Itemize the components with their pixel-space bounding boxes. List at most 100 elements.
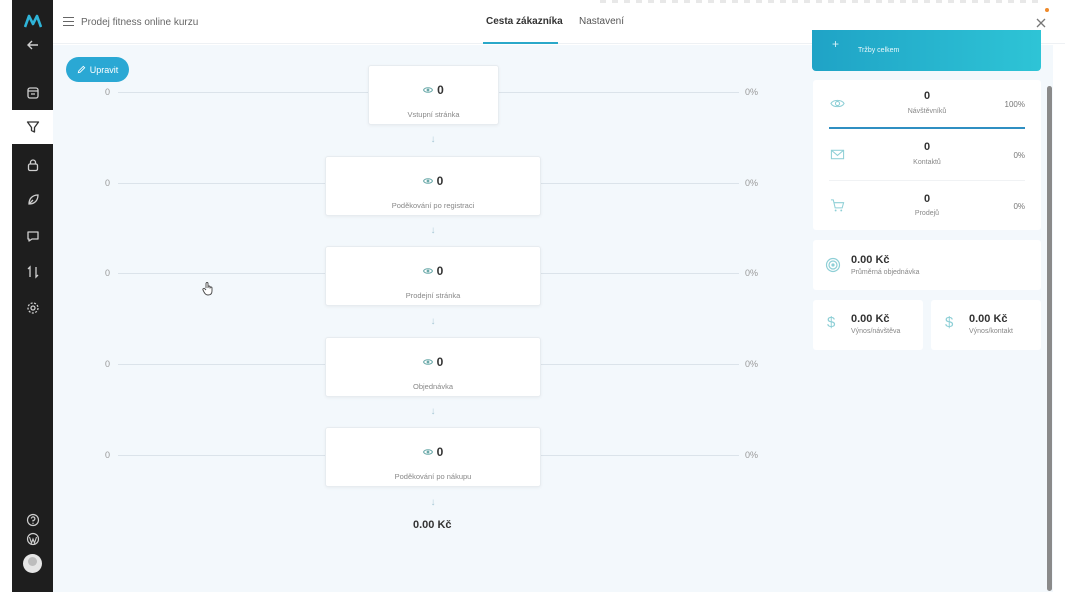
target-icon xyxy=(825,257,841,273)
step-views-value: 0 xyxy=(436,174,444,188)
contacts-value: 0 xyxy=(923,141,931,153)
back-arrow-icon[interactable] xyxy=(12,35,53,55)
step-views: 0 xyxy=(326,445,540,459)
step-left-value: 0 xyxy=(105,178,111,188)
eye-icon xyxy=(422,449,433,455)
transfer-icon[interactable] xyxy=(12,262,53,282)
revenue-per-contact-value: 0.00 Kč xyxy=(969,313,1008,325)
funnel-total: 0.00 Kč xyxy=(413,519,452,531)
step-views-value: 0 xyxy=(437,83,444,97)
stats-card: 0 Návštěvníků 100% 0 Kontaktů 0% 0 Prode… xyxy=(813,80,1041,230)
step-name: Poděkování po registraci xyxy=(391,201,475,210)
divider xyxy=(829,180,1025,181)
step-left-value: 0 xyxy=(105,450,111,460)
tab-settings[interactable]: Nastavení xyxy=(579,16,624,27)
rocket-icon[interactable] xyxy=(12,190,53,210)
visitors-progress-bar xyxy=(829,127,1025,129)
revenue-card: + Tržby celkem xyxy=(812,30,1041,71)
wordpress-icon[interactable] xyxy=(12,529,53,549)
eye-icon xyxy=(423,87,434,93)
hand-cursor-icon xyxy=(202,282,214,296)
avg-order-label: Průměrná objednávka xyxy=(851,269,920,276)
plus-icon: + xyxy=(832,37,840,51)
step-right-value: 0% xyxy=(745,87,759,97)
tab-customer-journey[interactable]: Cesta zákazníka xyxy=(486,16,563,27)
step-left-value: 0 xyxy=(105,87,111,97)
connector-line xyxy=(541,273,739,274)
funnel-step[interactable]: 0 Vstupní stránka xyxy=(368,65,499,125)
connector-line xyxy=(541,455,739,456)
down-arrow-icon: ↓ xyxy=(430,316,436,327)
funnel-step[interactable]: 0 Objednávka xyxy=(325,337,541,397)
edit-button[interactable]: Upravit xyxy=(66,57,129,82)
step-views-value: 0 xyxy=(436,445,444,459)
funnel-icon[interactable] xyxy=(12,117,53,137)
dollar-icon: $ xyxy=(827,314,836,331)
decorative-border xyxy=(600,0,1040,3)
help-icon[interactable] xyxy=(12,510,53,530)
step-views-value: 0 xyxy=(436,264,444,278)
connector-line xyxy=(118,364,325,365)
connector-line xyxy=(499,92,739,93)
step-left-value: 0 xyxy=(105,268,111,278)
revenue-per-visit-card: $ 0.00 Kč Výnos/návštěva xyxy=(813,300,923,350)
revenue-per-contact-card: $ 0.00 Kč Výnos/kontakt xyxy=(931,300,1041,350)
step-right-value: 0% xyxy=(745,268,759,278)
step-views-value: 0 xyxy=(436,355,444,369)
revenue-per-visit-value: 0.00 Kč xyxy=(851,313,890,325)
visitors-label: Návštěvníků xyxy=(907,108,947,115)
connector-line xyxy=(118,183,325,184)
funnel-step[interactable]: 0 Prodejní stránka xyxy=(325,246,541,306)
eye-icon xyxy=(422,359,433,365)
logo-icon[interactable] xyxy=(12,10,53,32)
app-window: Prodej fitness online kurzu Cesta zákazn… xyxy=(0,0,1065,604)
funnel-step[interactable]: 0 Poděkování po nákupu xyxy=(325,427,541,487)
connector-line xyxy=(118,455,325,456)
connector-line xyxy=(541,364,739,365)
contacts-label: Kontaktů xyxy=(913,159,941,166)
sidebar xyxy=(12,0,53,592)
sales-value: 0 xyxy=(923,193,931,205)
step-views: 0 xyxy=(326,355,540,369)
down-arrow-icon: ↓ xyxy=(430,497,436,508)
lock-icon[interactable] xyxy=(12,155,53,175)
connector-line xyxy=(118,273,325,274)
gear-icon[interactable] xyxy=(12,298,53,318)
connector-line xyxy=(118,92,368,93)
pencil-icon xyxy=(77,65,86,74)
dollar-icon: $ xyxy=(945,314,954,331)
step-name: Poděkování po nákupu xyxy=(394,472,472,481)
step-views: 0 xyxy=(326,264,540,278)
close-icon[interactable] xyxy=(1035,17,1047,29)
connector-line xyxy=(541,183,739,184)
box-icon[interactable] xyxy=(12,83,53,103)
step-right-value: 0% xyxy=(745,359,759,369)
avg-order-value: 0.00 Kč xyxy=(851,254,890,266)
edit-button-label: Upravit xyxy=(89,64,119,75)
notification-dot xyxy=(1045,8,1049,12)
active-tab-indicator xyxy=(483,42,558,44)
avatar[interactable] xyxy=(23,554,42,573)
step-right-value: 0% xyxy=(745,178,759,188)
down-arrow-icon: ↓ xyxy=(430,225,436,236)
step-name: Prodejní stránka xyxy=(405,291,461,300)
contacts-percent: 0% xyxy=(1013,151,1025,160)
step-views: 0 xyxy=(369,83,498,97)
chat-icon[interactable] xyxy=(12,226,53,246)
visitors-percent: 100% xyxy=(1004,100,1025,109)
revenue-per-visit-label: Výnos/návštěva xyxy=(851,328,901,335)
step-name: Objednávka xyxy=(412,382,454,391)
revenue-label: Tržby celkem xyxy=(858,47,900,54)
step-views: 0 xyxy=(326,174,540,188)
breadcrumb[interactable]: Prodej fitness online kurzu xyxy=(81,17,198,28)
funnel-step[interactable]: 0 Poděkování po registraci xyxy=(325,156,541,216)
sales-label: Prodejů xyxy=(914,210,940,217)
eye-icon xyxy=(422,178,433,184)
down-arrow-icon: ↓ xyxy=(430,406,436,417)
menu-icon[interactable] xyxy=(63,17,74,27)
step-name: Vstupní stránka xyxy=(407,110,460,119)
sales-percent: 0% xyxy=(1013,202,1025,211)
scrollbar[interactable] xyxy=(1047,86,1052,591)
revenue-per-contact-label: Výnos/kontakt xyxy=(969,328,1013,335)
step-left-value: 0 xyxy=(105,359,111,369)
